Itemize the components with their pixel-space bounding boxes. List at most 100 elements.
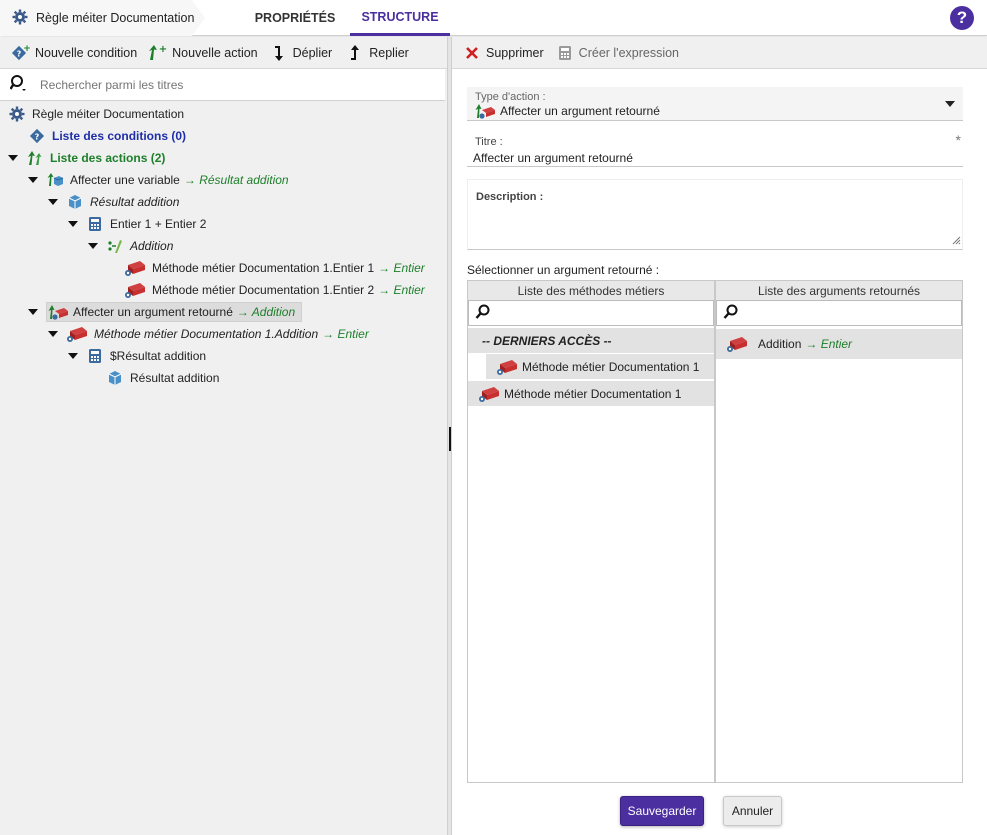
collapse-toggle-icon[interactable]	[28, 177, 38, 183]
tree-search	[0, 69, 445, 101]
tree-item-variable[interactable]: Résultat addition	[48, 191, 179, 213]
assign-variable-icon	[46, 171, 64, 189]
tree-item-label: Addition	[130, 239, 174, 253]
collapse-all-label: Replier	[369, 45, 409, 60]
tab-properties[interactable]: PROPRIÉTÉS	[246, 0, 344, 36]
recent-access-label: -- DERNIERS ACCÈS --	[482, 333, 612, 348]
tree-item-rule[interactable]: Règle méiter Documentation	[8, 103, 184, 125]
gear-icon	[12, 9, 28, 28]
collapse-all-button[interactable]: Replier	[344, 37, 409, 69]
resize-handle-icon[interactable]	[952, 234, 961, 248]
tab-structure[interactable]: STRUCTURE	[350, 0, 450, 36]
methods-search[interactable]	[468, 300, 714, 326]
list-item-type: → Entier	[805, 337, 853, 351]
business-method-icon	[726, 335, 758, 353]
list-item-label: Méthode métier Documentation 1	[504, 386, 682, 401]
gear-icon	[8, 105, 26, 123]
action-icon	[26, 149, 44, 167]
collapse-toggle-icon[interactable]	[68, 221, 78, 227]
tree-item-label: Résultat addition	[130, 371, 220, 385]
action-editor-panel: Supprimer Créer l'expression Type d'acti…	[452, 37, 987, 835]
tree-item-label: Liste des actions (2)	[50, 151, 166, 165]
create-expression-label: Créer l'expression	[578, 45, 680, 60]
tree-item-variable[interactable]: Résultat addition	[106, 367, 219, 389]
save-button[interactable]: Sauvegarder	[620, 796, 704, 826]
tree-item-argument[interactable]: Méthode métier Documentation 1.Entier 1 …	[124, 257, 425, 279]
tree-item-label: Méthode métier Documentation 1.Addition	[94, 327, 319, 341]
tree-item-label: Affecter un argument retourné	[73, 305, 233, 319]
methods-list-header: Liste des méthodes métiers	[468, 281, 714, 300]
create-expression-button[interactable]: Créer l'expression	[554, 37, 679, 69]
search-icon[interactable]	[9, 74, 28, 95]
collapse-toggle-icon[interactable]	[68, 353, 78, 359]
arrow-down-icon	[268, 44, 290, 62]
new-condition-button[interactable]: ? + Nouvelle condition	[10, 37, 137, 69]
returns-list-header: Liste des arguments retournés	[716, 281, 962, 300]
tree-toolbar: ? + Nouvelle condition + Nouvelle action …	[0, 37, 447, 69]
action-type-value: Affecter un argument retourné	[500, 104, 660, 118]
new-action-label: Nouvelle action	[172, 45, 258, 60]
description-field[interactable]: Description :	[467, 179, 963, 250]
selected-tree-item[interactable]: Affecter un argument retourné → Addition	[46, 302, 303, 322]
list-item-recent-method[interactable]: Méthode métier Documentation 1	[486, 354, 714, 379]
condition-icon: ?	[28, 127, 46, 145]
methods-list: Liste des méthodes métiers -- DERNIERS A…	[467, 280, 715, 783]
business-method-icon	[496, 358, 522, 376]
description-label: Description :	[476, 191, 544, 203]
assign-return-icon	[474, 102, 496, 123]
variable-cube-icon	[106, 369, 124, 387]
search-icon	[475, 304, 491, 323]
tree-item-expression[interactable]: Entier 1 + Entier 2	[68, 213, 206, 235]
editor-toolbar: Supprimer Créer l'expression	[452, 37, 987, 69]
collapse-toggle-icon[interactable]	[88, 243, 98, 249]
collapse-toggle-icon[interactable]	[28, 309, 38, 315]
tree-item-argument[interactable]: Méthode métier Documentation 1.Entier 2 …	[124, 279, 425, 301]
new-action-button[interactable]: + Nouvelle action	[147, 37, 258, 69]
assign-return-icon	[47, 303, 69, 321]
tree-item-label: Entier 1 + Entier 2	[110, 217, 207, 231]
tree-search-input[interactable]	[38, 76, 418, 93]
new-condition-icon: ? +	[10, 44, 32, 62]
tree-item-label: Affecter une variable	[70, 173, 180, 187]
returns-search[interactable]	[716, 300, 962, 326]
close-icon	[461, 46, 483, 60]
expand-all-button[interactable]: Déplier	[268, 37, 332, 69]
breadcrumb[interactable]: Règle méiter Documentation	[0, 0, 205, 36]
tree-item-conditions[interactable]: ? Liste des conditions (0)	[28, 125, 186, 147]
arrow-up-icon	[344, 44, 366, 62]
tree-item-target: → Addition	[236, 305, 296, 319]
title-field[interactable]: Titre : * Affecter un argument retourné	[467, 132, 963, 167]
action-type-select[interactable]: Type d'action : Affecter un argument ret…	[467, 87, 963, 121]
business-method-icon	[124, 259, 146, 277]
collapse-toggle-icon[interactable]	[48, 199, 58, 205]
title-label: Titre :	[475, 136, 503, 148]
title-input[interactable]: Affecter un argument retourné	[473, 151, 633, 165]
tree-item-label: Méthode métier Documentation 1.Entier 1	[152, 261, 375, 275]
tree-item-operation[interactable]: Addition	[88, 235, 173, 257]
svg-text:+: +	[159, 44, 167, 55]
tree-item-method[interactable]: Méthode métier Documentation 1.Addition …	[48, 323, 369, 345]
tree-item-type: → Entier	[378, 283, 425, 297]
collapse-toggle-icon[interactable]	[8, 155, 18, 161]
tree-item-assign-variable[interactable]: Affecter une variable → Résultat additio…	[28, 169, 289, 191]
tree-item-label: Résultat addition	[90, 195, 180, 209]
calculator-icon	[554, 45, 576, 61]
list-item-return[interactable]: Addition → Entier	[716, 329, 962, 359]
delete-button[interactable]: Supprimer	[461, 37, 544, 69]
tree-item-assign-return[interactable]: Affecter un argument retourné → Addition	[28, 301, 303, 323]
tree-item-result-expression[interactable]: $Résultat addition	[68, 345, 206, 367]
help-icon[interactable]: ?	[950, 6, 974, 30]
cancel-button[interactable]: Annuler	[723, 796, 782, 826]
variable-cube-icon	[66, 193, 84, 211]
splitter-handle[interactable]	[449, 427, 451, 451]
tree-item-type: → Entier	[322, 327, 369, 341]
chevron-down-icon[interactable]	[945, 101, 955, 107]
collapse-toggle-icon[interactable]	[48, 331, 58, 337]
tree-item-actions[interactable]: Liste des actions (2)	[8, 147, 165, 169]
delete-label: Supprimer	[486, 45, 544, 60]
select-return-label: Sélectionner un argument retourné :	[467, 263, 660, 277]
operation-icon	[106, 237, 124, 255]
breadcrumb-title: Règle méiter Documentation	[36, 11, 195, 25]
list-item-method[interactable]: Méthode métier Documentation 1	[468, 381, 714, 406]
structure-tree: Règle méiter Documentation ? Liste des c…	[0, 101, 447, 385]
